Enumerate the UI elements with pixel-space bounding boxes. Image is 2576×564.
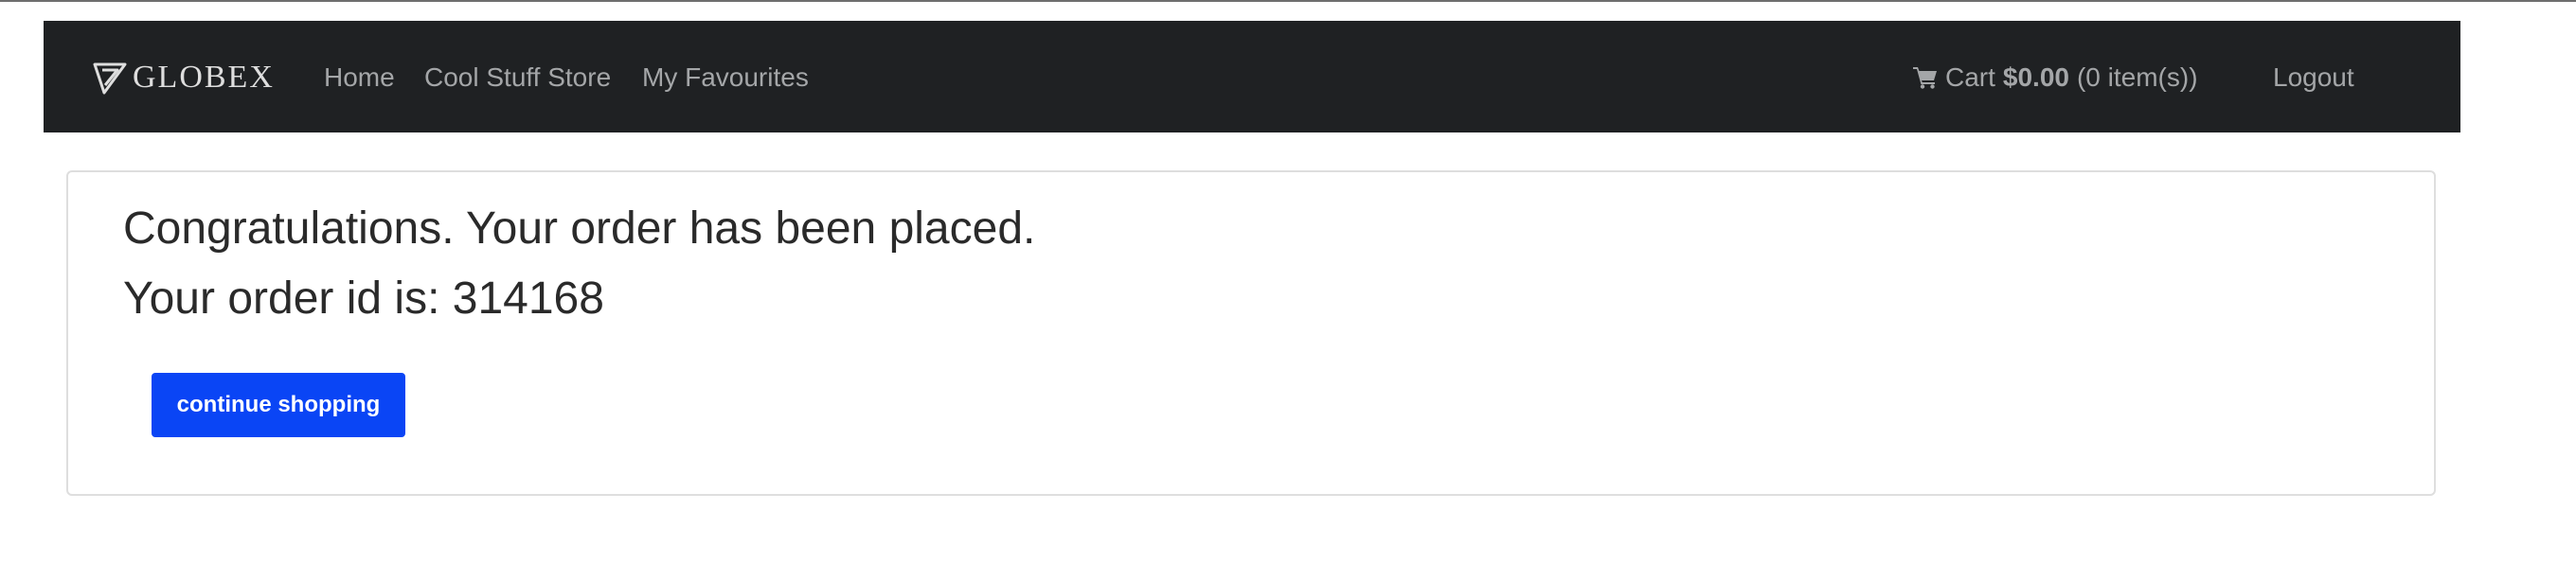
navbar: GLOBEX Home Cool Stuff Store My Favourit… — [44, 21, 2460, 132]
globex-triangle-icon — [93, 62, 127, 95]
order-id-text: Your order id is: 314168 — [123, 273, 604, 324]
nav-link-my-favourites[interactable]: My Favourites — [642, 59, 809, 97]
cart-item-count: (0 item(s)) — [2076, 62, 2198, 92]
continue-shopping-button[interactable]: continue shopping — [152, 373, 405, 437]
brand-logo[interactable]: GLOBEX — [93, 59, 275, 97]
order-confirmation-panel: Congratulations. Your order has been pla… — [66, 170, 2436, 496]
logout-link[interactable]: Logout — [2273, 59, 2354, 97]
brand-name: GLOBEX — [133, 60, 275, 95]
cart-label: Cart — [1945, 62, 1995, 92]
confirmation-message: Congratulations. Your order has been pla… — [123, 203, 1036, 254]
top-divider — [0, 0, 2576, 2]
nav-link-cool-stuff-store[interactable]: Cool Stuff Store — [424, 59, 611, 97]
cart-link[interactable]: Cart $0.00 (0 item(s)) — [1913, 59, 2198, 97]
nav-link-home[interactable]: Home — [324, 59, 395, 97]
shopping-cart-icon — [1913, 67, 1937, 89]
cart-amount: $0.00 — [2002, 62, 2069, 92]
